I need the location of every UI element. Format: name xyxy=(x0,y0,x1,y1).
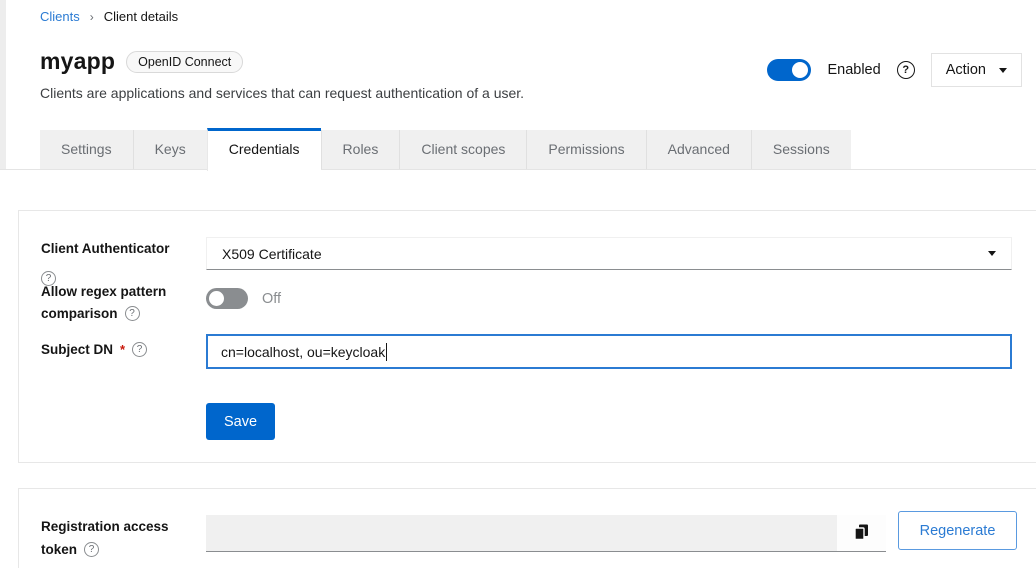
registration-token-card: Registration access token ? Regenerate xyxy=(18,488,1036,568)
allow-regex-label-text2: comparison xyxy=(41,306,118,321)
allow-regex-label-line1: Allow regex pattern xyxy=(41,284,166,299)
allow-regex-toggle[interactable] xyxy=(206,288,248,309)
token-label-text2: token xyxy=(41,542,77,557)
tab-permissions[interactable]: Permissions xyxy=(526,130,645,169)
client-details-page: Clients › Client details myapp OpenID Co… xyxy=(0,0,1036,568)
enabled-toggle[interactable] xyxy=(767,59,811,81)
tab-client-scopes[interactable]: Client scopes xyxy=(399,130,526,169)
toggle-knob xyxy=(209,291,224,306)
help-icon[interactable]: ? xyxy=(132,342,147,357)
enabled-label: Enabled xyxy=(827,62,880,78)
chevron-right-icon: › xyxy=(90,10,94,24)
allow-regex-label-text1: Allow regex pattern xyxy=(41,284,166,299)
subject-dn-label-text: Subject DN xyxy=(41,342,113,357)
copy-button[interactable] xyxy=(837,515,886,552)
allow-regex-state: Off xyxy=(262,291,281,307)
subject-dn-label: Subject DN * ? xyxy=(41,342,147,357)
required-asterisk: * xyxy=(120,342,125,357)
caret-down-icon xyxy=(999,68,1007,73)
tab-roles[interactable]: Roles xyxy=(321,130,400,169)
save-button[interactable]: Save xyxy=(206,403,275,440)
client-authenticator-select[interactable]: X509 Certificate xyxy=(206,237,1012,270)
registration-token-input xyxy=(206,515,837,552)
tab-settings[interactable]: Settings xyxy=(40,130,133,169)
client-authenticator-label: Client Authenticator xyxy=(41,241,170,256)
tab-bar: Settings Keys Credentials Roles Client s… xyxy=(40,130,851,171)
help-icon[interactable]: ? xyxy=(125,306,140,321)
page-edge-strip xyxy=(0,0,6,170)
page-title: myapp xyxy=(40,48,115,75)
breadcrumb-current: Client details xyxy=(104,9,178,24)
action-dropdown[interactable]: Action xyxy=(931,53,1022,87)
regenerate-button[interactable]: Regenerate xyxy=(898,511,1017,550)
action-dropdown-label: Action xyxy=(946,62,986,78)
title-row: myapp OpenID Connect xyxy=(40,48,243,75)
client-authenticator-value: X509 Certificate xyxy=(222,246,322,262)
header-controls: Enabled ? Action xyxy=(767,53,1022,87)
tab-sessions[interactable]: Sessions xyxy=(751,130,851,169)
text-cursor xyxy=(386,343,387,361)
help-icon[interactable]: ? xyxy=(84,542,99,557)
caret-down-icon xyxy=(988,251,996,256)
allow-regex-label-line2: comparison ? xyxy=(41,306,140,321)
tab-advanced[interactable]: Advanced xyxy=(646,130,751,169)
page-description: Clients are applications and services th… xyxy=(40,85,524,101)
token-label-text1: Registration access xyxy=(41,519,169,534)
tab-keys[interactable]: Keys xyxy=(133,130,207,169)
toggle-knob xyxy=(792,62,808,78)
protocol-badge: OpenID Connect xyxy=(126,51,243,73)
token-label-line1: Registration access xyxy=(41,519,169,534)
breadcrumb: Clients › Client details xyxy=(40,9,178,24)
tab-credentials[interactable]: Credentials xyxy=(207,128,321,171)
subject-dn-input[interactable]: cn=localhost, ou=keycloak xyxy=(206,334,1012,369)
breadcrumb-clients-link[interactable]: Clients xyxy=(40,9,80,24)
token-label-line2: token ? xyxy=(41,542,99,557)
credentials-form-card: Client Authenticator ? X509 Certificate … xyxy=(18,210,1036,463)
help-icon[interactable]: ? xyxy=(897,61,915,79)
copy-icon xyxy=(854,524,869,543)
client-authenticator-label-text: Client Authenticator xyxy=(41,241,170,256)
subject-dn-value: cn=localhost, ou=keycloak xyxy=(221,344,385,360)
